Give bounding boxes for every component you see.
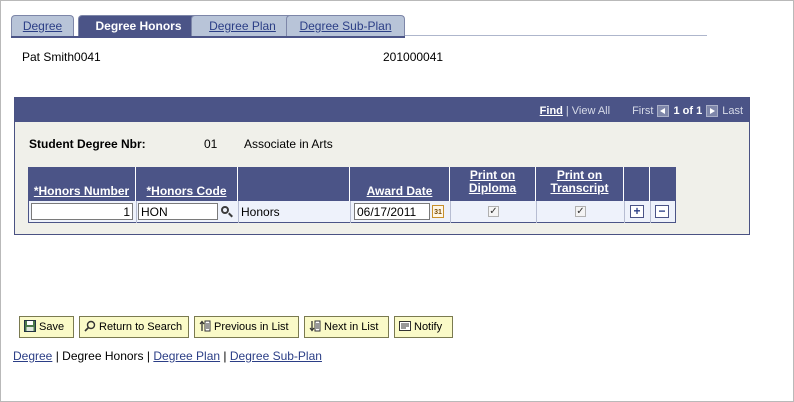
header-print-on-transcript[interactable]: Print on Transcript <box>536 167 624 201</box>
first-label[interactable]: First <box>632 105 653 117</box>
next-in-list-button[interactable]: Next in List <box>304 316 389 338</box>
header-line: Transcript <box>550 181 609 195</box>
save-icon <box>24 319 36 332</box>
header-award-date[interactable]: Award Date <box>350 167 450 201</box>
notify-button[interactable]: Notify <box>394 316 453 338</box>
tab-degree-plan[interactable]: Degree Plan <box>191 15 294 36</box>
return-to-search-button[interactable]: Return to Search <box>79 316 189 338</box>
view-all-link[interactable]: View All <box>572 105 610 117</box>
print-on-transcript-checkbox[interactable]: ✓ <box>575 206 586 217</box>
row-count: 1 of 1 <box>673 104 703 117</box>
cell-print-transcript: ✓ <box>537 201 625 223</box>
previous-in-list-button[interactable]: Previous in List <box>194 316 299 338</box>
footer-link-degree[interactable]: Degree <box>13 349 52 363</box>
find-link[interactable]: Find <box>540 105 563 117</box>
cell-honors-code <box>137 201 239 223</box>
tab-baseline <box>11 36 405 38</box>
honors-code-field[interactable] <box>138 203 218 220</box>
honors-number-field[interactable] <box>31 203 133 220</box>
footer-links: Degree | Degree Honors | Degree Plan | D… <box>13 349 322 363</box>
header-line: Print on <box>469 168 516 182</box>
cell-honors-number <box>29 201 137 223</box>
cell-delete: − <box>651 201 675 223</box>
header-label: Award Date <box>366 184 433 198</box>
notify-label: Notify <box>414 321 443 333</box>
footer-separator: | <box>55 349 59 363</box>
previous-in-list-icon <box>199 319 211 332</box>
tab-degree-honors[interactable]: Degree Honors <box>78 15 199 36</box>
next-in-list-icon <box>309 319 321 332</box>
footer-link-degree-sub-plan[interactable]: Degree Sub-Plan <box>230 349 322 363</box>
cell-honors-description: Honors <box>239 201 351 223</box>
next-arrow-icon[interactable] <box>706 104 719 117</box>
tab-label: Degree Sub-Plan <box>299 19 392 33</box>
header-label: *Honors Number <box>33 184 130 198</box>
student-degree-nbr-label: Student Degree Nbr: <box>29 137 146 151</box>
scroll-navigation: Find | View All First 1 of 1 Last <box>540 103 743 118</box>
scroll-header-bar: Find | View All First 1 of 1 Last <box>15 98 749 122</box>
header-add-col <box>624 167 650 201</box>
previous-arrow-icon[interactable] <box>657 104 670 117</box>
tab-label: Degree <box>22 19 63 33</box>
header-honors-description <box>238 167 350 201</box>
header-label: Print on Transcript <box>536 169 623 195</box>
degree-description: Associate in Arts <box>244 137 333 151</box>
tab-degree[interactable]: Degree <box>11 15 74 36</box>
header-line: Print on <box>556 168 603 182</box>
footer-current-degree-honors: Degree Honors <box>62 349 144 363</box>
footer-separator: | <box>146 349 151 363</box>
nav-separator: | <box>565 104 569 117</box>
header-label: Print on Diploma <box>450 169 535 195</box>
honors-grid: *Honors Number *Honors Code Award Date P… <box>28 167 676 225</box>
tab-divider <box>405 35 707 36</box>
print-on-diploma-checkbox[interactable]: ✓ <box>488 206 499 217</box>
cell-award-date: 31 <box>351 201 451 223</box>
student-name: Pat Smith0041 <box>22 50 101 64</box>
tab-label: Degree Plan <box>209 19 276 33</box>
add-row-icon[interactable]: + <box>630 205 644 218</box>
student-id: 201000041 <box>383 50 444 64</box>
header-honors-code[interactable]: *Honors Code <box>136 167 238 201</box>
calendar-icon[interactable]: 31 <box>432 205 444 218</box>
table-row: Honors 31 ✓ ✓ + − <box>28 201 676 223</box>
honors-description: Honors <box>241 205 280 219</box>
tab-degree-sub-plan[interactable]: Degree Sub-Plan <box>286 15 405 36</box>
header-line: Diploma <box>468 181 517 195</box>
award-date-field[interactable] <box>354 203 430 220</box>
previous-in-list-label: Previous in List <box>214 321 289 333</box>
header-print-on-diploma[interactable]: Print on Diploma <box>450 167 536 201</box>
header-label: *Honors Code <box>146 184 227 198</box>
save-button[interactable]: Save <box>19 316 74 338</box>
header-delete-col <box>650 167 676 201</box>
last-label[interactable]: Last <box>722 105 743 117</box>
cell-print-diploma: ✓ <box>451 201 537 223</box>
tab-label: Degree Honors <box>95 19 182 33</box>
header-honors-number[interactable]: *Honors Number <box>28 167 136 201</box>
footer-link-degree-plan[interactable]: Degree Plan <box>153 349 220 363</box>
notify-icon <box>399 319 411 331</box>
lookup-icon[interactable] <box>221 206 229 214</box>
delete-row-icon[interactable]: − <box>655 205 669 218</box>
cell-add: + <box>625 201 651 223</box>
degree-scroll-area: Find | View All First 1 of 1 Last Studen… <box>14 97 750 235</box>
save-label: Save <box>39 321 65 333</box>
student-degree-nbr: 01 <box>204 137 218 151</box>
return-to-search-label: Return to Search <box>99 321 183 333</box>
footer-separator: | <box>223 349 227 363</box>
next-in-list-label: Next in List <box>324 321 379 333</box>
search-icon <box>84 319 96 332</box>
